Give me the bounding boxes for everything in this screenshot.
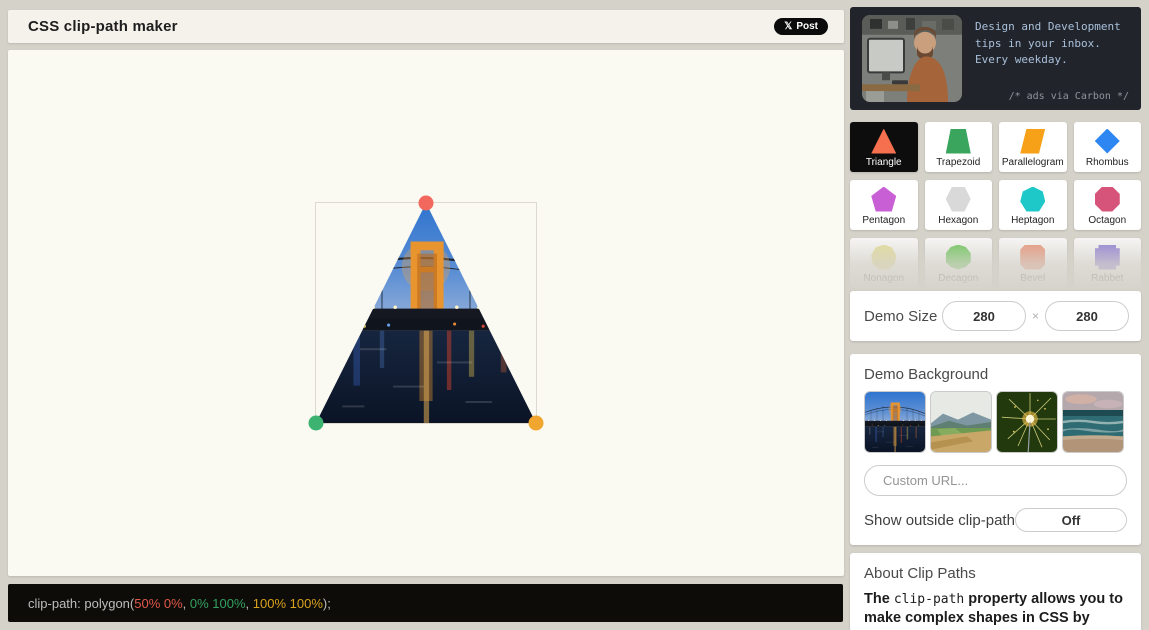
shape-label: Parallelogram [1001,156,1064,168]
parallelogram-shape-icon [1020,128,1046,154]
shape-card-octagon[interactable]: Octagon [1073,180,1141,230]
background-thumb-waves[interactable] [1062,391,1124,453]
shape-label: Hexagon [938,214,979,226]
post-button-label: Post [796,21,818,32]
header-bar: CSS clip-path maker 𝕏 Post [8,10,844,43]
demo-size-label: Demo Size [864,307,938,325]
shape-card-hexagon[interactable]: Hexagon [924,180,992,230]
shape-card-rabbet[interactable]: Rabbet [1073,238,1141,288]
demo-background-panel: Demo Background Custom URL... Show outsi… [850,354,1141,545]
demo-background-label: Demo Background [864,366,989,383]
decagon-shape-icon [945,244,971,270]
shape-card-decagon[interactable]: Decagon [924,238,992,288]
demo-stage[interactable] [308,195,544,431]
shape-card-triangle[interactable]: Triangle [850,122,918,172]
shape-label: Bevel [1020,272,1046,284]
clip-handle-top[interactable] [418,195,434,211]
x-post-button[interactable]: 𝕏 Post [774,18,828,35]
background-thumb-sparkler[interactable] [996,391,1058,453]
hexagon-shape-icon [945,186,971,212]
background-thumb-bridge[interactable] [864,391,926,453]
clip-handle-bottom-right[interactable] [528,415,544,431]
octagon-shape-icon [1094,186,1120,212]
ad-copy: Design and Development tips in your inbo… [975,20,1121,66]
clip-path-inline-code: clip-path [893,592,965,607]
size-separator: × [1031,309,1039,323]
rhombus-shape-icon [1094,128,1120,154]
shape-label: Decagon [938,272,979,284]
rabbet-shape-icon [1094,244,1120,270]
shape-label: Octagon [1088,214,1127,226]
ad-attribution: /* ads via Carbon */ [1008,91,1129,102]
shape-card-parallelogram[interactable]: Parallelogram [999,122,1067,172]
shape-card-pentagon[interactable]: Pentagon [850,180,918,230]
shape-label: Pentagon [862,214,906,226]
demo-height-input[interactable] [1045,301,1129,331]
shape-label: Rabbet [1091,272,1124,284]
background-thumbs [864,391,1127,453]
carbon-ad[interactable]: Design and Development tips in your inbo… [850,7,1141,110]
shape-label: Heptagon [1011,214,1055,226]
background-thumb-hills[interactable] [930,391,992,453]
trapezoid-shape-icon [945,128,971,154]
show-outside-toggle[interactable]: Off [1015,508,1127,532]
shape-label: Nonagon [863,272,905,284]
clip-path-code: clip-path: polygon(50% 0%, 0% 100%, 100%… [28,595,331,611]
shape-card-heptagon[interactable]: Heptagon [999,180,1067,230]
clipped-demo-image [316,203,536,423]
shape-grid: Triangle Trapezoid Parallelogram Rhombus Pen… [850,122,1141,292]
ad-image [862,15,962,102]
clip-handle-bottom-left[interactable] [308,415,324,431]
nonagon-shape-icon [871,244,897,270]
shape-label: Triangle [865,156,902,168]
about-title: About Clip Paths [864,565,976,582]
shape-label: Trapezoid [936,156,981,168]
clippy-app: CSS clip-path maker 𝕏 Post clip-path: po… [0,0,1149,630]
shape-card-nonagon[interactable]: Nonagon [850,238,918,288]
page-title: CSS clip-path maker [28,18,178,35]
clip-canvas[interactable] [8,50,844,576]
shape-card-trapezoid[interactable]: Trapezoid [924,122,992,172]
shape-card-bevel[interactable]: Bevel [999,238,1067,288]
bevel-shape-icon [1020,244,1046,270]
about-panel: About Clip Paths The clip-path property … [850,553,1141,630]
heptagon-shape-icon [1020,186,1046,212]
demo-width-input[interactable] [941,301,1026,331]
about-body: The clip-path property allows you to mak… [864,591,1123,630]
shape-card-rhombus[interactable]: Rhombus [1073,122,1141,172]
x-logo-icon: 𝕏 [784,21,793,32]
clip-path-code-bar: clip-path: polygon(50% 0%, 0% 100%, 100%… [8,584,843,622]
shape-label: Rhombus [1085,156,1129,168]
show-outside-row: Show outside clip-path Off [864,508,1127,532]
show-outside-label: Show outside clip-path [864,511,1015,529]
triangle-shape-icon [871,128,897,154]
custom-url-input[interactable] [864,465,1127,496]
pentagon-shape-icon [871,186,897,212]
demo-size-panel: Demo Size × [850,291,1141,341]
